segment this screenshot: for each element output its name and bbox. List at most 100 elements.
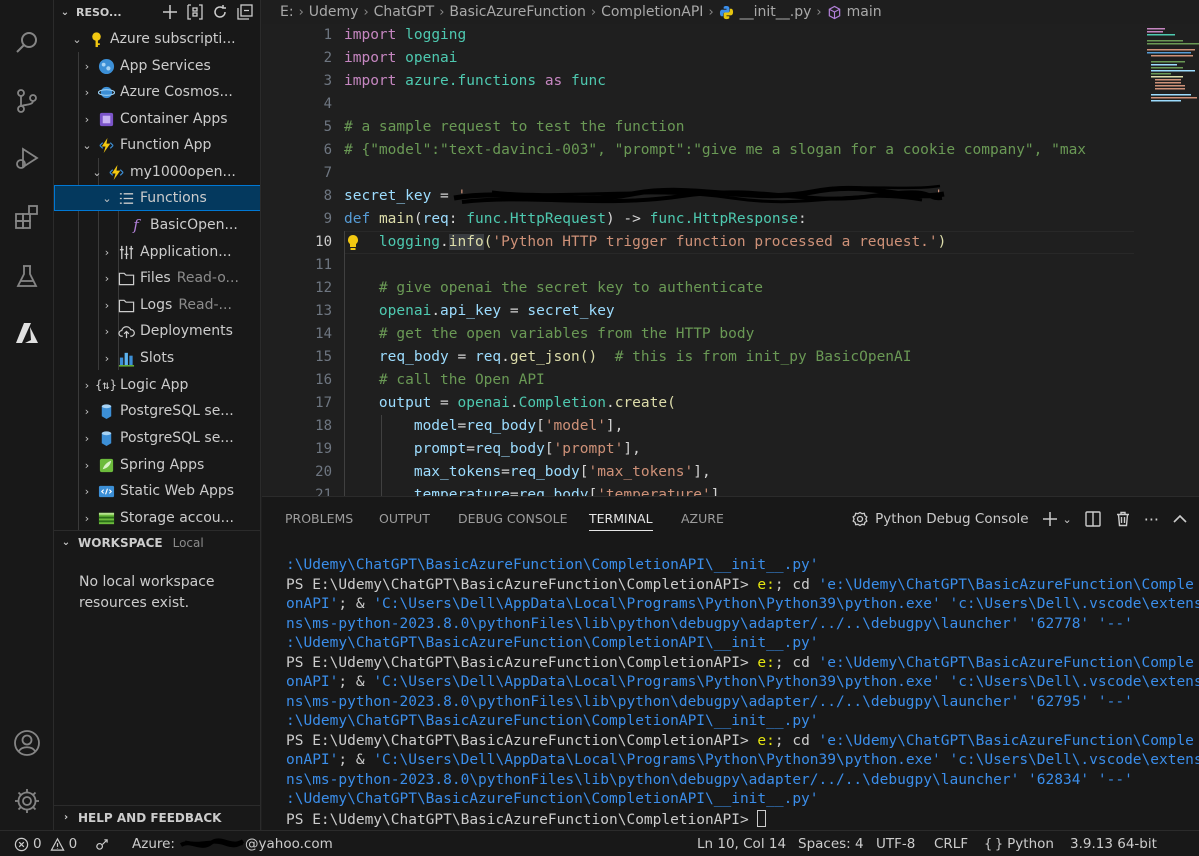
chevron-up-icon[interactable] bbox=[1171, 510, 1189, 528]
breadcrumb-item[interactable]: Udemy bbox=[309, 4, 359, 20]
chevron-right-icon: › bbox=[104, 271, 110, 285]
breadcrumb-item[interactable]: main bbox=[847, 4, 882, 20]
terminal-line: :\Udemy\ChatGPT\BasicAzureFunction\Compl… bbox=[286, 557, 819, 573]
tree-item-logs[interactable]: › Logs Read-... bbox=[54, 292, 260, 318]
search-icon[interactable] bbox=[0, 19, 54, 67]
tree-item-label: App Services bbox=[120, 58, 211, 74]
symbol-method-icon bbox=[828, 5, 840, 19]
tree-item-label: Functions bbox=[140, 190, 207, 206]
tree-item-container-apps[interactable]: › Container Apps bbox=[54, 106, 260, 132]
code-line: # a sample request to test the function bbox=[344, 119, 685, 135]
workspace-section-header[interactable]: ⌄ WORKSPACE Local bbox=[54, 530, 260, 554]
collapse-all-icon[interactable] bbox=[236, 3, 254, 21]
tree-item-azure-subscription[interactable]: ⌄ Azure subscripti... bbox=[54, 26, 260, 52]
help-feedback-header[interactable]: › HELP AND FEEDBACK bbox=[54, 805, 260, 829]
resources-title: RESO... bbox=[76, 5, 122, 19]
problems-status[interactable]: 0 0 bbox=[14, 831, 77, 856]
tree-item-app-services[interactable]: › App Services bbox=[54, 53, 260, 79]
tree-item-slots[interactable]: › Slots bbox=[54, 345, 260, 371]
line-number: 11 bbox=[315, 257, 332, 273]
breadcrumb-item[interactable]: E: bbox=[280, 4, 294, 20]
tree-item-my1000openai[interactable]: ⌄ my1000open... bbox=[54, 159, 260, 185]
testing-flask-icon[interactable] bbox=[0, 252, 54, 300]
breadcrumb-item[interactable]: __init__.py bbox=[740, 4, 812, 20]
account-icon[interactable] bbox=[0, 719, 54, 767]
cursor-position[interactable]: Ln 10, Col 14 bbox=[697, 831, 786, 856]
tab-debug-console[interactable]: DEBUG CONSOLE bbox=[458, 511, 567, 531]
tree-item-storage-accounts[interactable]: › Storage accou... bbox=[54, 505, 260, 531]
code-line: # give openai the secret key to authenti… bbox=[378, 280, 764, 296]
tree-item-azure-cosmos[interactable]: › Azure Cosmos... bbox=[54, 79, 260, 105]
more-actions-icon[interactable]: ··· bbox=[1144, 510, 1159, 529]
tree-item-basic-openai[interactable]: f BasicOpen... bbox=[54, 212, 260, 238]
debug-icon bbox=[852, 511, 868, 527]
code-line: # get the open variables from the HTTP b… bbox=[378, 326, 755, 342]
python-interpreter[interactable]: 3.9.13 64-bit bbox=[1070, 831, 1157, 856]
settings-gear-icon[interactable] bbox=[0, 777, 54, 825]
tree-item-files[interactable]: › Files Read-o... bbox=[54, 265, 260, 291]
indentation-status[interactable]: Spaces: 4 bbox=[798, 831, 864, 856]
breadcrumb-item[interactable]: BasicAzureFunction bbox=[449, 4, 585, 20]
cloud-upload-icon bbox=[117, 322, 135, 340]
language-mode[interactable]: { } Python bbox=[984, 831, 1054, 856]
tree-item-logic-app[interactable]: › {⇅} Logic App bbox=[54, 372, 260, 398]
code-line: def main(req: func.HttpRequest) -> func.… bbox=[344, 211, 807, 227]
tree-item-deployments[interactable]: › Deployments bbox=[54, 318, 260, 344]
bottom-panel: PROBLEMS OUTPUT DEBUG CONSOLE TERMINAL A… bbox=[262, 496, 1199, 830]
tree-item-functions[interactable]: ⌄ Functions bbox=[54, 185, 260, 211]
terminal-output[interactable]: :\Udemy\ChatGPT\BasicAzureFunction\Compl… bbox=[286, 556, 1199, 830]
line-number: 14 bbox=[315, 326, 332, 342]
terminal-selector[interactable]: Python Debug Console bbox=[851, 510, 1029, 528]
remote-debug-icon[interactable] bbox=[94, 831, 109, 856]
tree-item-label: Storage accou... bbox=[120, 510, 234, 526]
encoding-status[interactable]: UTF-8 bbox=[876, 831, 915, 856]
breadcrumb-item[interactable]: ChatGPT bbox=[374, 4, 435, 20]
tree-item-description: Read-... bbox=[178, 297, 232, 313]
terminal-line: PS E:\Udemy\ChatGPT\BasicAzureFunction\C… bbox=[286, 576, 1194, 593]
extensions-icon[interactable] bbox=[0, 193, 54, 241]
tab-output[interactable]: OUTPUT bbox=[379, 511, 430, 531]
refresh-icon[interactable] bbox=[211, 3, 229, 21]
lightbulb-icon[interactable] bbox=[346, 234, 360, 252]
tree-item-postgresql-2[interactable]: › PostgreSQL se... bbox=[54, 425, 260, 451]
tree-item-application-settings[interactable]: › Application... bbox=[54, 239, 260, 265]
split-terminal-icon[interactable] bbox=[1084, 510, 1102, 528]
line-number: 3 bbox=[323, 73, 332, 89]
chevron-right-icon: › bbox=[84, 112, 90, 126]
error-count: 0 bbox=[33, 836, 42, 852]
run-debug-icon[interactable] bbox=[0, 134, 54, 182]
trash-icon[interactable] bbox=[1114, 510, 1132, 528]
tab-problems[interactable]: PROBLEMS bbox=[285, 511, 353, 531]
tree-item-description: Read-o... bbox=[176, 270, 239, 286]
tab-azure[interactable]: AZURE bbox=[681, 511, 724, 531]
tree-item-static-web-apps[interactable]: › Static Web Apps bbox=[54, 478, 260, 504]
add-icon[interactable] bbox=[161, 3, 179, 21]
tree-item-postgresql-1[interactable]: › PostgreSQL se... bbox=[54, 398, 260, 424]
tab-terminal[interactable]: TERMINAL bbox=[589, 511, 653, 531]
breadcrumb-item[interactable]: CompletionAPI bbox=[601, 4, 703, 20]
code-content[interactable]: import logging import openai import azur… bbox=[344, 24, 1134, 496]
code-editor[interactable]: 1 2 3 4 5 6 7 8 9 10 11 12 13 14 15 16 1… bbox=[262, 24, 1199, 496]
chevron-down-icon[interactable]: ⌄ bbox=[1063, 513, 1072, 526]
chevron-right-icon: › bbox=[104, 324, 110, 338]
warning-icon bbox=[49, 837, 65, 851]
python-file-icon bbox=[719, 5, 733, 19]
add-terminal-icon[interactable] bbox=[1041, 510, 1059, 528]
group-by-icon[interactable] bbox=[186, 3, 204, 21]
line-number: 5 bbox=[323, 119, 332, 135]
chevron-right-icon: › bbox=[298, 4, 304, 20]
azure-icon[interactable] bbox=[0, 309, 54, 357]
source-control-icon[interactable] bbox=[0, 77, 54, 125]
tree-item-function-app[interactable]: ⌄ Function App bbox=[54, 132, 260, 158]
minimap[interactable] bbox=[1137, 24, 1199, 496]
line-number: 20 bbox=[315, 464, 332, 480]
tree-item-label: BasicOpen... bbox=[150, 217, 238, 233]
tree-item-spring-apps[interactable]: › Spring Apps bbox=[54, 452, 260, 478]
line-number: 9 bbox=[323, 211, 332, 227]
terminal-line: PS E:\Udemy\ChatGPT\BasicAzureFunction\C… bbox=[286, 654, 1194, 671]
eol-status[interactable]: CRLF bbox=[934, 831, 968, 856]
language-label: Python bbox=[1007, 836, 1054, 852]
line-number: 15 bbox=[315, 349, 332, 365]
azure-account-status[interactable]: Azure: @yahoo.com bbox=[132, 831, 333, 856]
azure-label: Azure: bbox=[132, 836, 175, 852]
